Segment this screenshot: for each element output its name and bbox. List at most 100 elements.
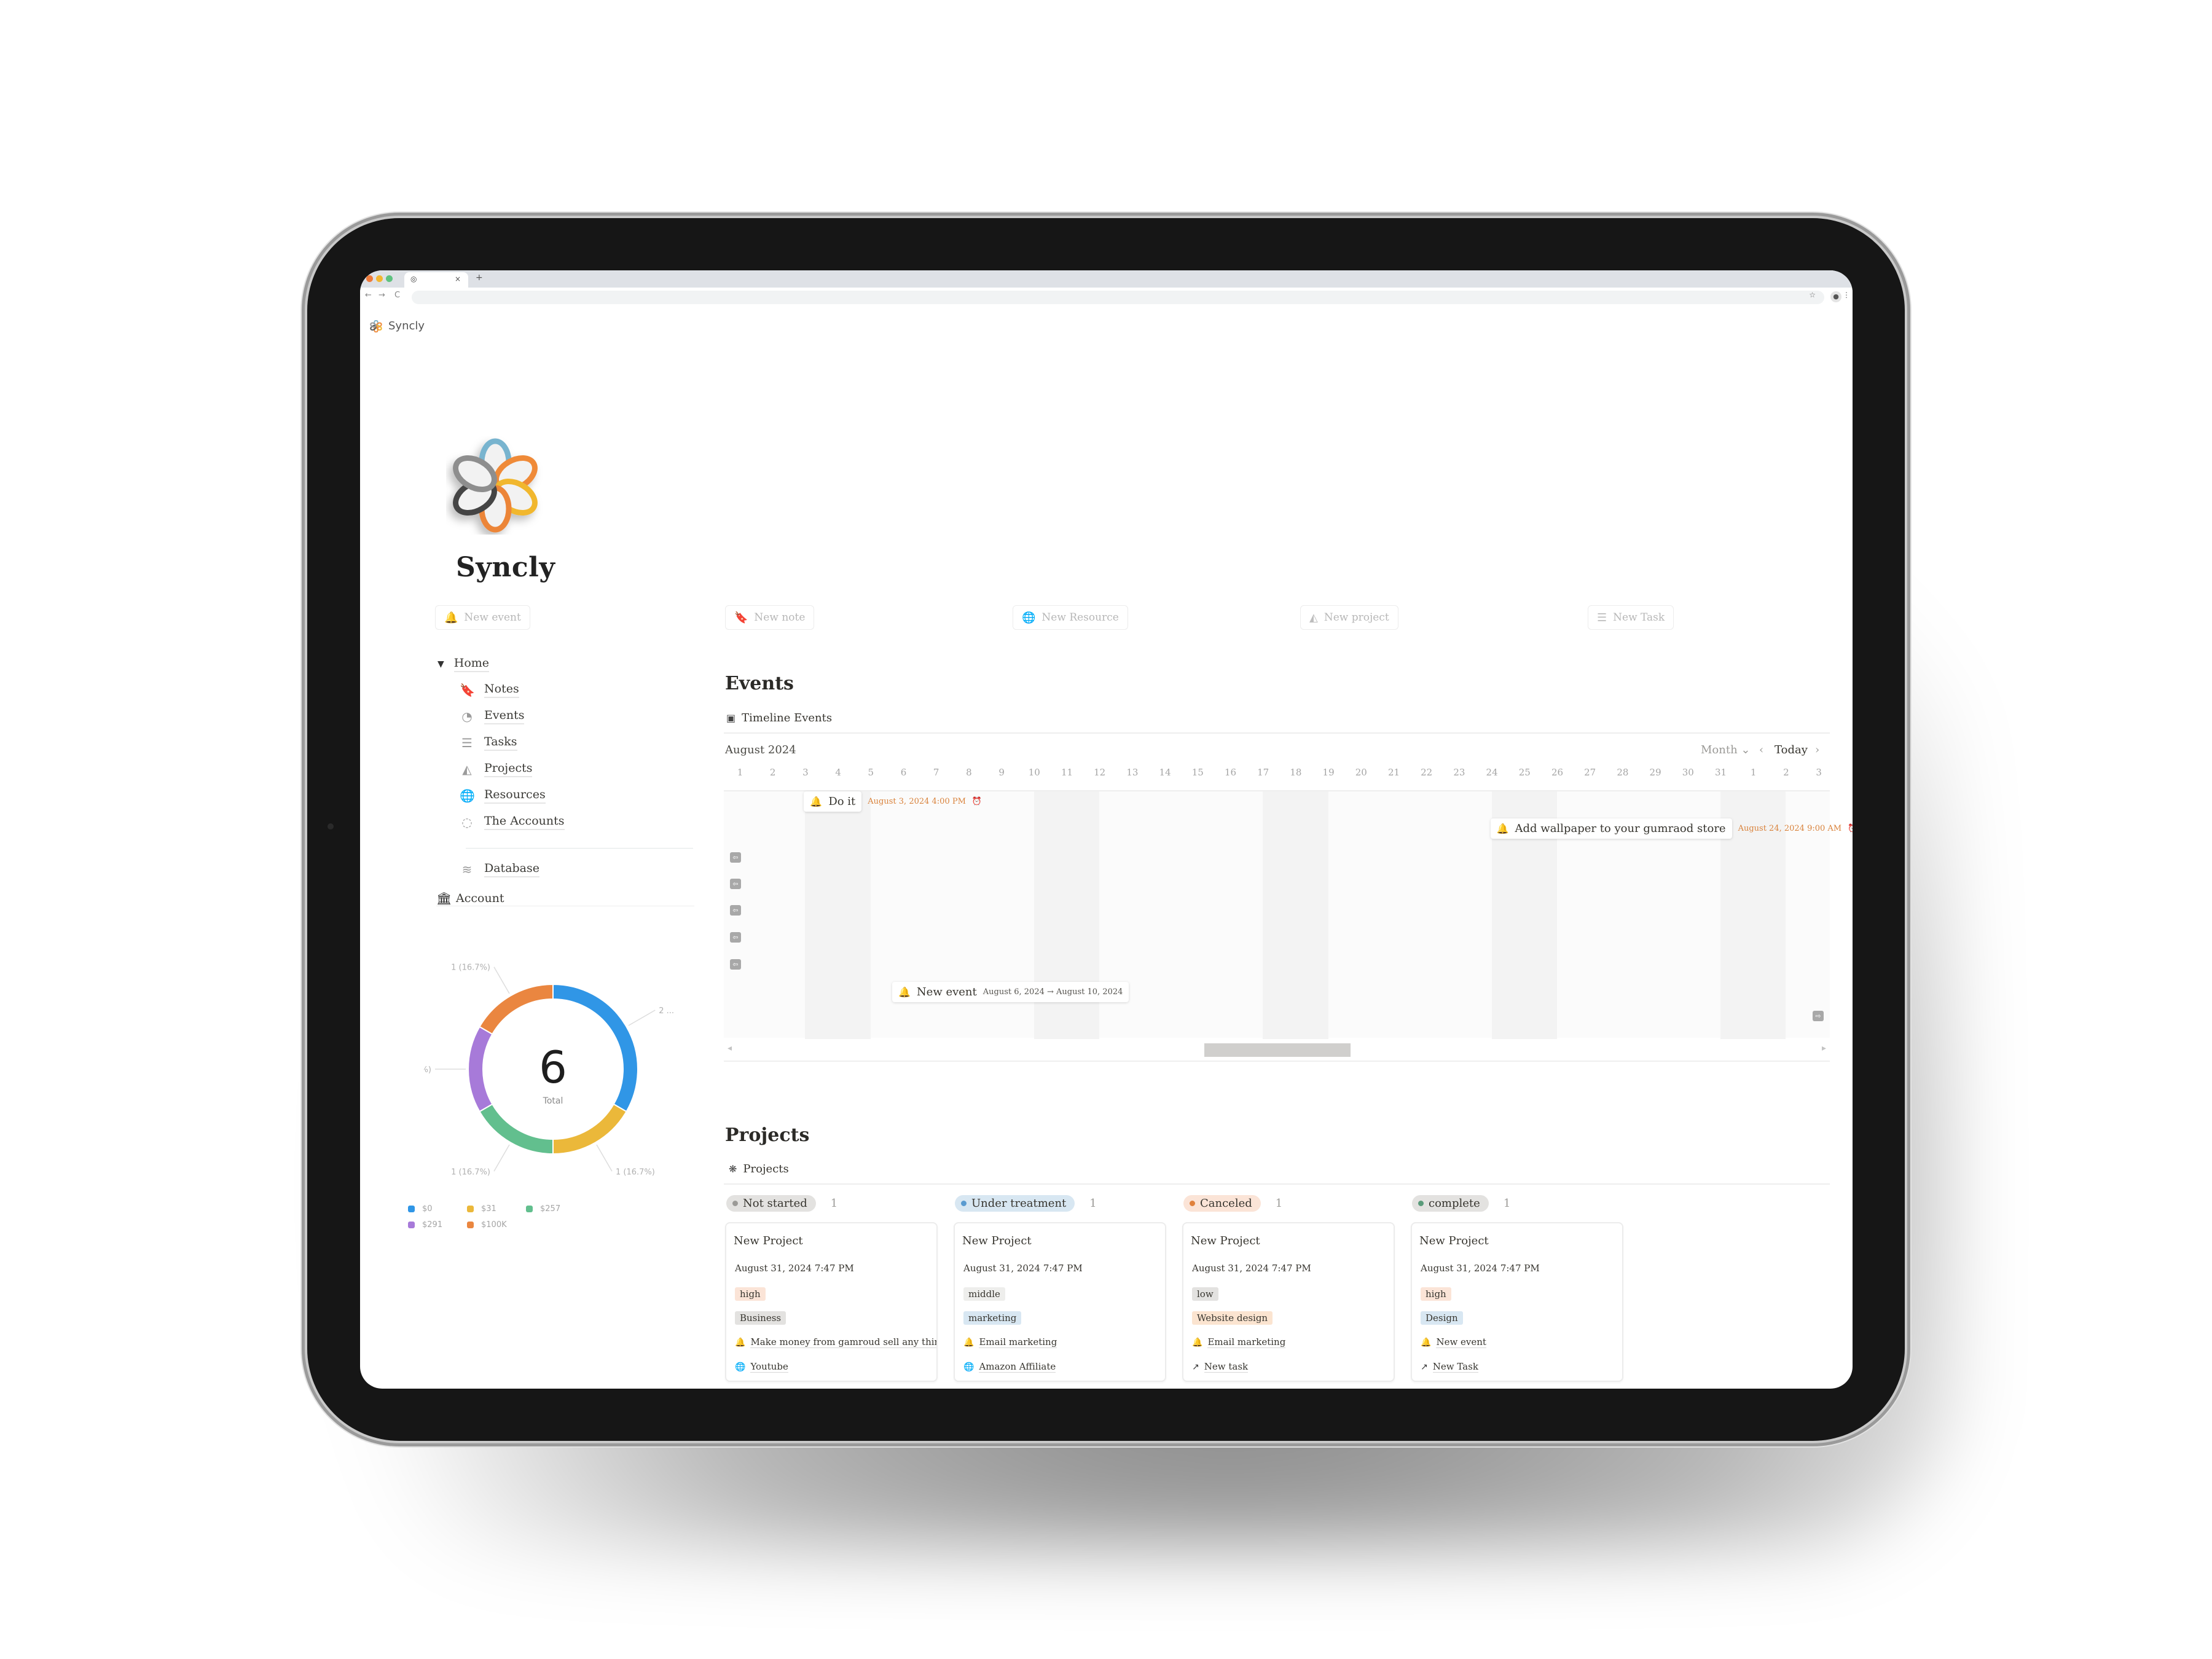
timeline-horizontal-scrollbar[interactable]: ◂ ▸	[724, 1040, 1830, 1062]
tab-close-icon[interactable]: ×	[455, 275, 461, 283]
browser-tab[interactable]: ◎ ×	[404, 272, 468, 288]
scroll-to-item-arrow-icon[interactable]: ⇦	[730, 905, 741, 916]
prev-period-button[interactable]: ‹	[1759, 743, 1763, 756]
scroll-to-item-arrow-icon[interactable]: ⇨	[1813, 1011, 1824, 1021]
legend-item[interactable]: $0	[408, 1204, 433, 1214]
sidebar-item-tasks[interactable]: ☰ Tasks	[460, 735, 517, 751]
board-column-header[interactable]: complete 1	[1412, 1195, 1510, 1212]
breadcrumb[interactable]: Syncly	[370, 320, 425, 332]
sidebar-item-resources[interactable]: 🌐 Resources	[460, 788, 546, 804]
status-dot-icon	[732, 1201, 738, 1206]
relation-link[interactable]: 🔔 Make money from gamroud sell any thing	[735, 1336, 936, 1348]
relation-link[interactable]: 🌐 Amazon Affiliate	[963, 1361, 1056, 1373]
relation-link[interactable]: ↗ New Task	[1421, 1361, 1478, 1373]
scroll-to-item-arrow-icon[interactable]: ⇦	[730, 879, 741, 889]
project-date: August 31, 2024 7:47 PM	[1421, 1263, 1540, 1274]
project-title: New Project	[962, 1234, 1032, 1247]
scrollbar-thumb[interactable]	[1204, 1043, 1351, 1057]
legend-item[interactable]: $257	[526, 1204, 560, 1214]
legend-item[interactable]: $100K	[467, 1220, 507, 1230]
timeline-day-label: 10	[1028, 767, 1040, 778]
weekend-column	[805, 791, 871, 1039]
legend-swatch	[408, 1222, 415, 1228]
category-tag: Website design	[1192, 1311, 1273, 1325]
scroll-right-icon[interactable]: ▸	[1822, 1043, 1826, 1053]
reload-icon[interactable]: C	[394, 291, 400, 300]
donut-data-label: 2 ...	[659, 1006, 674, 1016]
relation-label: New event	[1436, 1336, 1486, 1348]
profile-avatar-icon[interactable]: ●	[1830, 291, 1841, 302]
legend-label: $100K	[481, 1220, 507, 1230]
chrome-favicon-icon: ◎	[410, 275, 417, 283]
sidebar-item-label: The Accounts	[484, 814, 565, 830]
back-arrow-icon[interactable]: ←	[365, 291, 372, 300]
scroll-to-item-arrow-icon[interactable]: ⇦	[730, 852, 741, 863]
donut-center-value: 6	[539, 1041, 567, 1093]
window-close-dot[interactable]	[366, 275, 373, 282]
project-card[interactable]: New Project August 31, 2024 7:47 PM high De…	[1411, 1222, 1623, 1382]
next-period-button[interactable]: ›	[1815, 743, 1819, 756]
project-card[interactable]: New Project August 31, 2024 7:47 PM high Bu…	[725, 1222, 938, 1382]
today-button[interactable]: Today	[1775, 743, 1808, 756]
relation-link[interactable]: 🔔 New event	[1421, 1336, 1486, 1348]
tab-timeline-events[interactable]: ▣ Timeline Events	[726, 712, 832, 724]
sidebar-divider	[466, 848, 693, 849]
sidebar-item-database[interactable]: ≋ Database	[460, 861, 540, 877]
relation-link[interactable]: 🔔 Email marketing	[963, 1336, 1057, 1348]
project-title: New Project	[1191, 1234, 1260, 1247]
board-column-header[interactable]: Under treatment 1	[955, 1195, 1097, 1212]
legend-label: $291	[422, 1220, 443, 1230]
board-column-header[interactable]: Not started 1	[726, 1195, 837, 1212]
timeline-day-label: 3	[802, 767, 809, 778]
donut-slice-3[interactable]	[468, 1026, 493, 1113]
relation-link[interactable]: 🌐 Youtube	[735, 1361, 788, 1373]
project-date: August 31, 2024 7:47 PM	[1192, 1263, 1311, 1274]
legend-item[interactable]: $291	[408, 1220, 442, 1230]
donut-slice-1[interactable]	[552, 1103, 627, 1155]
timeline-day-label: 29	[1649, 767, 1661, 778]
toggle-triangle-icon[interactable]: ▼	[437, 659, 444, 669]
donut-slice-2[interactable]	[479, 1103, 554, 1155]
donut-slice-4[interactable]	[479, 983, 554, 1035]
timeline-event[interactable]: 🔔 New event August 6, 2024 → August 10, …	[892, 982, 1129, 1002]
new-event-button[interactable]: 🔔 New event	[435, 605, 530, 630]
timeline-day-label: 25	[1518, 767, 1531, 778]
window-maximize-dot[interactable]	[386, 275, 393, 282]
window-minimize-dot[interactable]	[376, 275, 383, 282]
timeline-day-label: 5	[868, 767, 874, 778]
scroll-left-icon[interactable]: ◂	[728, 1043, 732, 1053]
relation-icon: 🔔	[1192, 1337, 1203, 1347]
relation-link[interactable]: 🔔 Email marketing	[1192, 1336, 1286, 1348]
data-label-leader-line	[493, 1144, 510, 1172]
project-card[interactable]: New Project August 31, 2024 7:47 PM low Web…	[1182, 1222, 1395, 1382]
timeline-grid[interactable]: ⇦ ⇦ ⇦ ⇦ ⇦ ⇨ 🔔 Do it August 3, 2024 4:00 …	[724, 790, 1853, 1039]
new-tab-button[interactable]: +	[476, 273, 483, 283]
scroll-to-item-arrow-icon[interactable]: ⇦	[730, 959, 741, 970]
browser-menu-icon[interactable]: ⋮	[1843, 291, 1850, 299]
timeline-event[interactable]: 🔔 Do it August 3, 2024 4:00 PM ⏰	[804, 791, 982, 812]
scroll-to-item-arrow-icon[interactable]: ⇦	[730, 932, 741, 943]
forward-arrow-icon[interactable]: →	[378, 291, 385, 300]
sidebar-item-account[interactable]: 🏛 Account	[436, 891, 504, 906]
sidebar-item-label: Resources	[484, 788, 546, 804]
view-mode-dropdown[interactable]: Month ⌄	[1701, 743, 1751, 756]
board-column-header[interactable]: Canceled 1	[1183, 1195, 1282, 1212]
sidebar-item-notes[interactable]: 🔖 Notes	[460, 682, 519, 698]
timeline-day-label: 1	[737, 767, 743, 778]
legend-swatch	[467, 1222, 474, 1228]
tab-projects-board[interactable]: ❋ Projects	[729, 1163, 789, 1175]
sidebar-item-the-accounts[interactable]: ◌ The Accounts	[460, 814, 565, 830]
timeline-event[interactable]: 🔔 Add wallpaper to your gumraod store Au…	[1490, 818, 1853, 839]
sidebar-item-events[interactable]: ◔ Events	[460, 708, 525, 724]
legend-item[interactable]: $31	[467, 1204, 496, 1214]
status-label: complete	[1429, 1197, 1480, 1210]
sidebar-item-projects[interactable]: ◭ Projects	[460, 761, 533, 777]
page-icon-flower-logo	[453, 438, 538, 533]
relation-link[interactable]: ↗ New task	[1192, 1361, 1249, 1373]
timeline-day-label: 6	[900, 767, 907, 778]
project-card[interactable]: New Project August 31, 2024 7:47 PM middle…	[954, 1222, 1166, 1382]
chevron-down-icon: ⌄	[1741, 743, 1751, 756]
timeline-day-label: 31	[1714, 767, 1727, 778]
sidebar-item-home[interactable]: ▼ Home	[437, 656, 490, 672]
event-date: August 6, 2024 → August 10, 2024	[982, 987, 1123, 997]
